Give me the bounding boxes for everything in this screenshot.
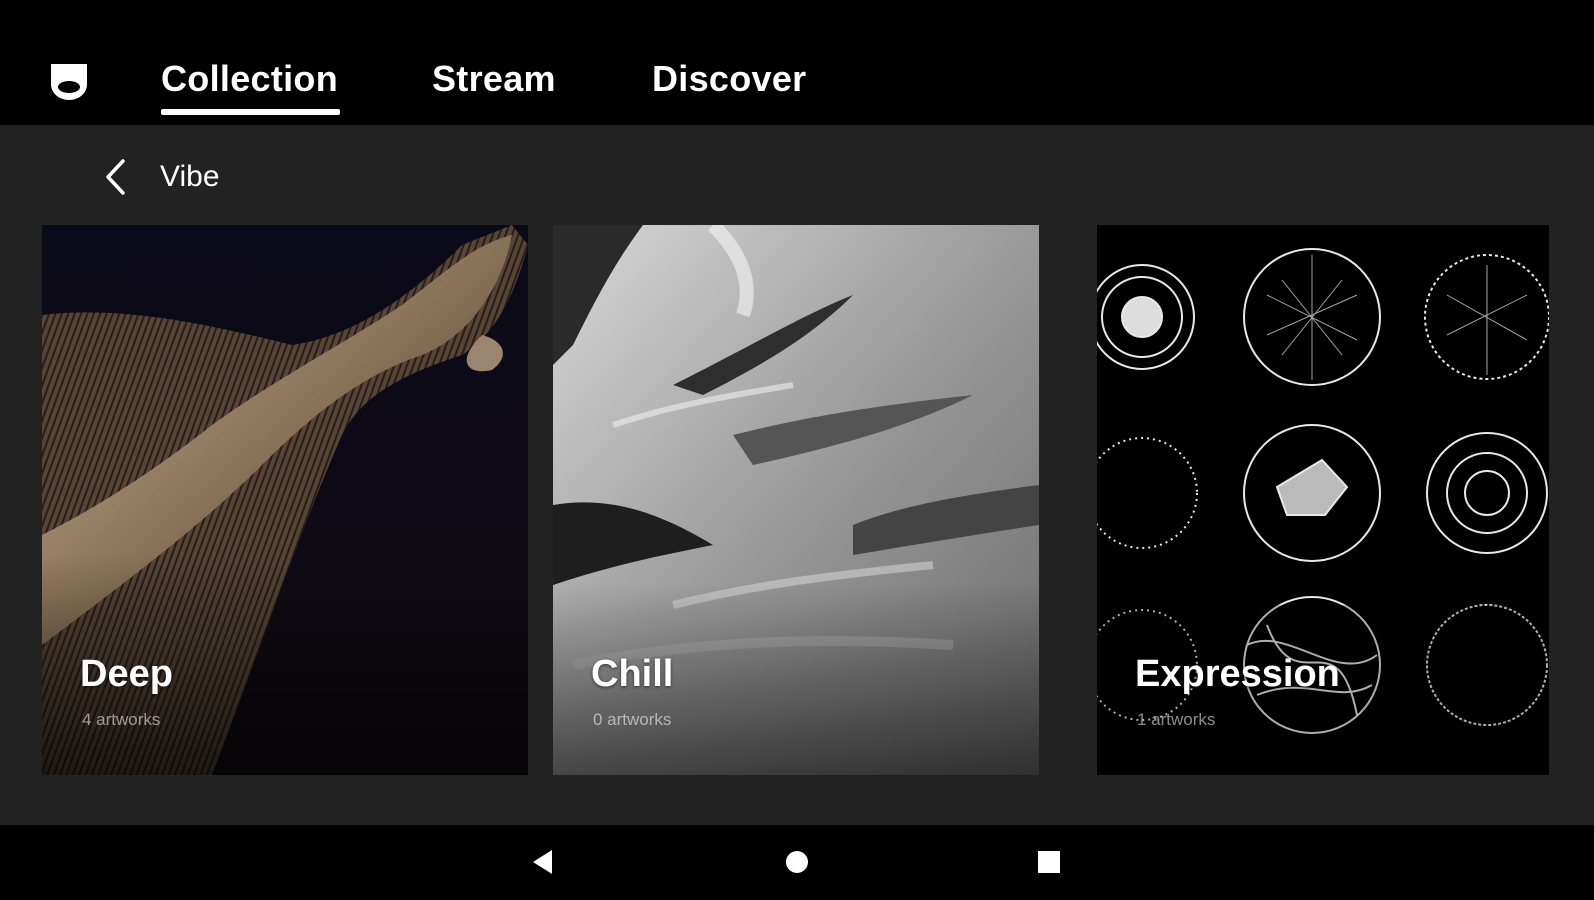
tab-collection[interactable]: Collection: [161, 58, 341, 115]
circle-home-icon[interactable]: [784, 847, 810, 877]
card-artwork-count: 4 artworks: [82, 710, 161, 729]
card-artwork-count: 1 artworks: [1137, 710, 1216, 729]
collection-card-deep[interactable]: Deep 4 artworks: [42, 225, 528, 775]
collection-card-chill[interactable]: Chill 0 artworks: [553, 225, 1039, 775]
main-content: Vibe Deep 4 artworks Chill 0 artworks Ex…: [0, 125, 1594, 825]
shield-logo-icon[interactable]: [48, 60, 90, 102]
square-recents-icon[interactable]: [1036, 847, 1062, 877]
card-title: Deep: [80, 653, 173, 695]
back-button[interactable]: [96, 155, 136, 199]
tab-discover[interactable]: Discover: [652, 58, 807, 100]
system-navigation-bar: [0, 825, 1594, 900]
chevron-left-icon: [106, 159, 125, 195]
triangle-back-icon[interactable]: [530, 847, 556, 877]
card-artwork-count: 0 artworks: [593, 710, 672, 729]
card-title: Chill: [591, 653, 674, 695]
tab-stream[interactable]: Stream: [432, 58, 556, 100]
top-app-bar: Collection Stream Discover: [0, 0, 1594, 125]
breadcrumb-title: Vibe: [160, 160, 220, 193]
card-title: Expression: [1135, 653, 1340, 695]
collection-card-expression[interactable]: Expression 1 artworks: [1097, 225, 1549, 775]
